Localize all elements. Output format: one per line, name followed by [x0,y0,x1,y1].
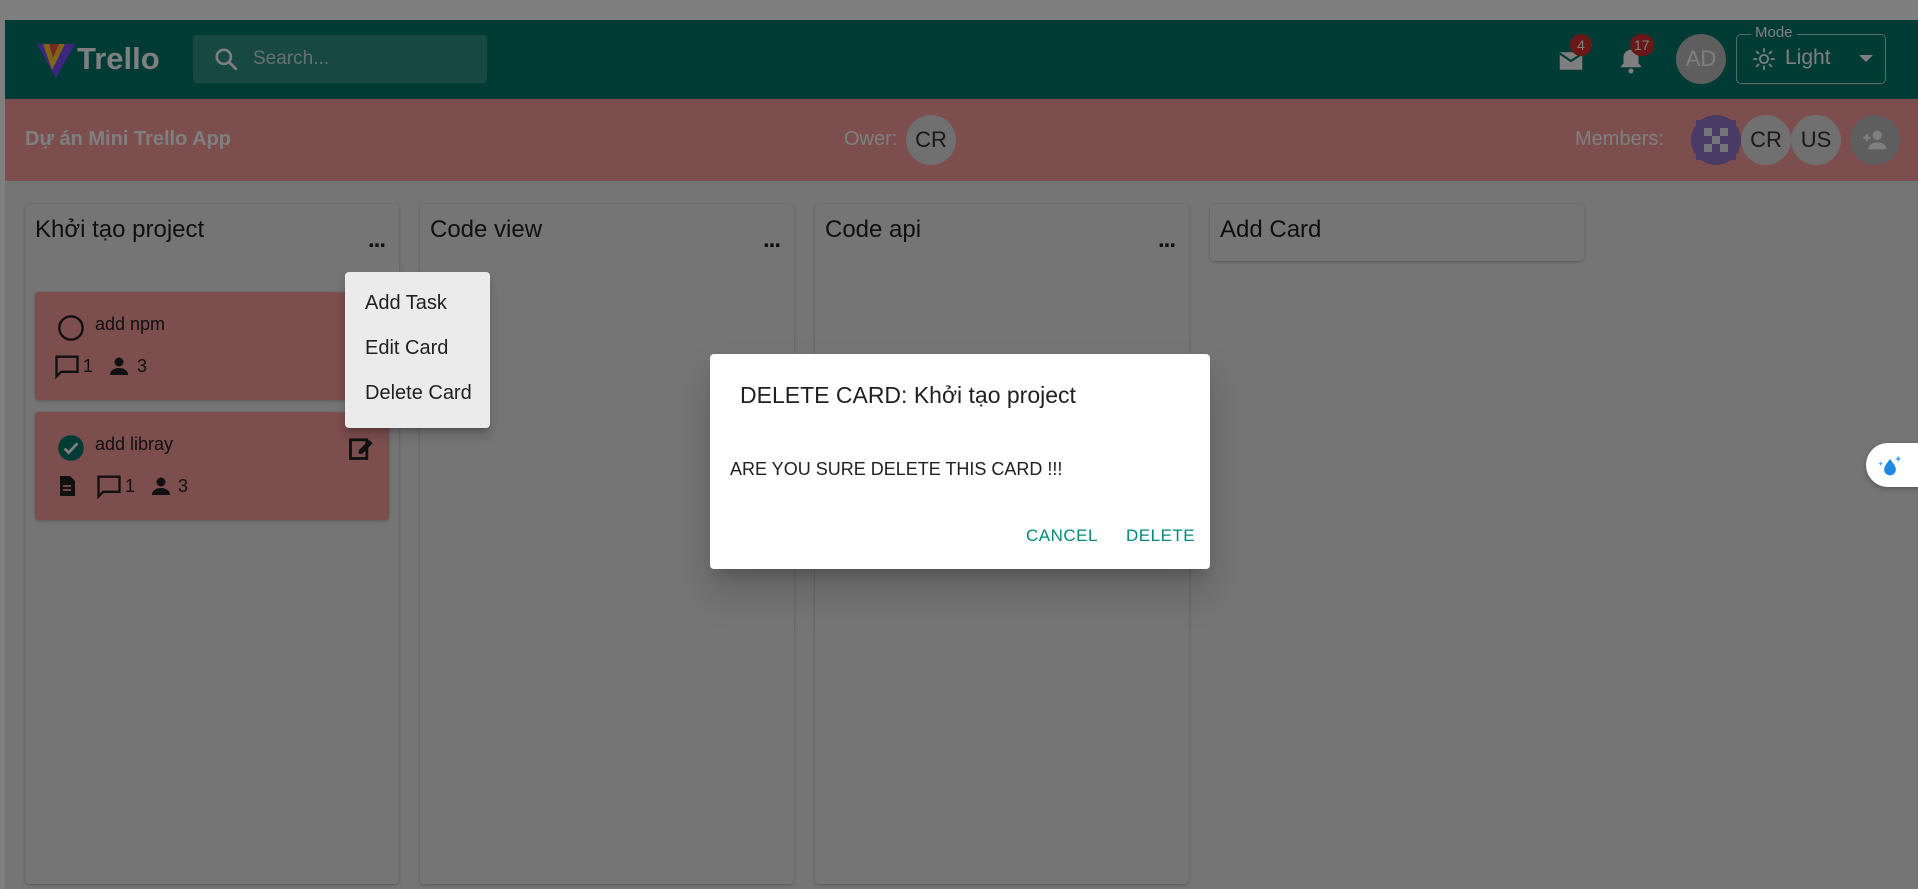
dialog-title: DELETE CARD: Khởi tạo project [740,382,1076,408]
delete-card-dialog: DELETE CARD: Khởi tạo project ARE YOU SU… [710,354,1210,569]
menu-item-delete-card[interactable]: Delete Card [365,382,472,405]
sparkle-drop-icon [1878,455,1902,476]
menu-item-edit-card[interactable]: Edit Card [365,337,448,360]
cancel-button[interactable]: CANCEL [1026,526,1098,546]
delete-button[interactable]: DELETE [1126,526,1195,546]
card-context-menu: Add Task Edit Card Delete Card [345,272,490,428]
floating-widget-button[interactable] [1866,443,1918,487]
dialog-message: ARE YOU SURE DELETE THIS CARD !!! [730,459,1063,479]
menu-item-add-task[interactable]: Add Task [365,292,447,315]
